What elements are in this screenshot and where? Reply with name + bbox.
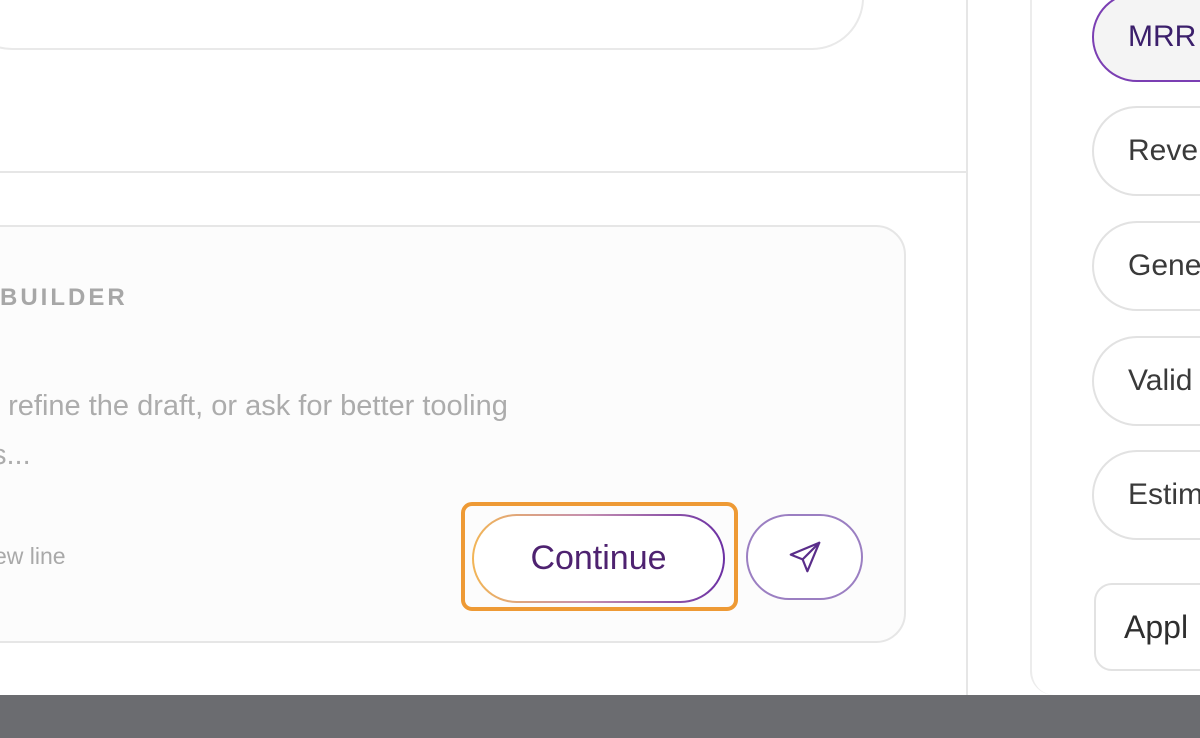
bottom-bar [0,695,1200,738]
composer-placeholder-line-1: , refine the draft, or ask for better to… [0,390,508,422]
composer-input[interactable]: , refine the draft, or ask for better to… [0,382,632,480]
send-button[interactable] [746,514,863,600]
newline-hint: ew line [0,543,66,569]
chip-validate[interactable]: Valid [1092,336,1200,426]
chip-mrr[interactable]: MRR [1092,0,1200,82]
chip-estimate[interactable]: Estim [1092,450,1200,540]
chip-generate[interactable]: Gene [1092,221,1200,311]
section-divider [0,171,966,173]
app-viewport: BUILDER , refine the draft, or ask for b… [0,0,1200,738]
previous-message-card [0,0,864,50]
continue-button[interactable]: Continue [472,514,725,603]
composer-title: BUILDER [0,284,128,311]
chip-revenue[interactable]: Reve [1092,106,1200,196]
apply-button[interactable]: Appl [1094,583,1200,671]
composer-placeholder-line-2: s... [0,439,31,471]
paper-plane-icon [789,541,820,573]
